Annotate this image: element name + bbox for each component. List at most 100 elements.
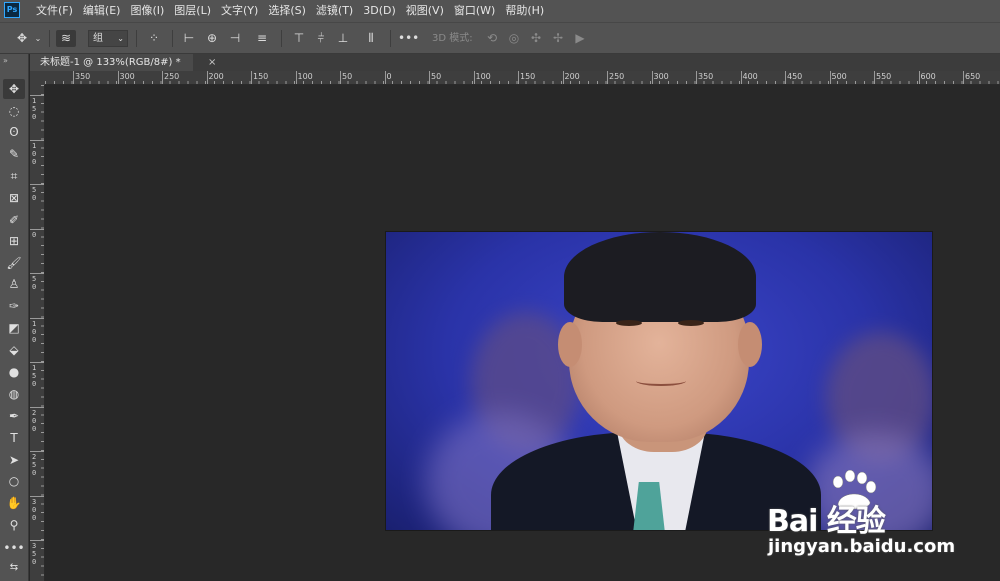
ruler-label: 150 [520, 72, 536, 81]
ruler-label: 550 [876, 72, 892, 81]
ruler-tick [30, 495, 44, 497]
menu-item[interactable]: 窗口(W) [454, 0, 495, 22]
ruler-tick [162, 71, 163, 84]
menu-item[interactable]: 3D(D) [363, 0, 396, 22]
swap-colors-icon[interactable]: ⇆ [3, 558, 25, 578]
eyedropper-tool-icon[interactable]: ✐ [3, 210, 25, 230]
distribute-v-icon[interactable]: ⦀ [362, 30, 380, 47]
auto-select-icon[interactable]: ≋ [56, 30, 76, 47]
dodge-tool-icon[interactable]: ◍ [3, 384, 25, 404]
ruler-tick [30, 273, 44, 274]
paint-bucket-tool-icon[interactable]: ⬙ [3, 340, 25, 360]
person-hair [564, 232, 756, 322]
healing-brush-tool-icon[interactable]: ⊞ [3, 231, 25, 251]
eraser-tool-icon[interactable]: ◩ [3, 318, 25, 338]
move-tool-icon[interactable]: ✥ [3, 79, 25, 99]
ruler-tick [829, 71, 831, 84]
divider [136, 30, 137, 47]
history-brush-tool-icon[interactable]: ✑ [3, 296, 25, 316]
menu-item[interactable]: 视图(V) [406, 0, 444, 22]
menu-item[interactable]: 选择(S) [268, 0, 306, 22]
ruler-tick [295, 71, 297, 84]
align-bottom-icon[interactable]: ⊥ [334, 30, 352, 47]
options-bar: ✥ ⌄ ≋ 组 ⌄ ⁘ ⊢ ⊕ ⊣ ≡ ⊤ ⫩ ⊥ ⦀ ••• 3D 模式: ⟲… [0, 22, 1000, 54]
3d-scale-icon[interactable]: ▶ [572, 30, 588, 47]
ruler-tick [30, 228, 44, 230]
ruler-label: 300 [32, 497, 37, 522]
ellipse-tool-icon[interactable]: ○ [3, 471, 25, 491]
ruler-label: 450 [787, 72, 803, 81]
ruler-tick [384, 71, 386, 84]
path-selection-tool-icon[interactable]: ➤ [3, 450, 25, 470]
document-tab[interactable]: 未标题-1 @ 133%(RGB/8#) * [30, 54, 193, 71]
divider [49, 30, 50, 47]
menu-item[interactable]: 文件(F) [36, 0, 73, 22]
move-tool-icon[interactable]: ✥ [14, 30, 30, 47]
align-right-icon[interactable]: ⊣ [226, 30, 244, 47]
ruler-tick [518, 71, 519, 84]
ruler-label: 250 [32, 453, 37, 477]
frame-tool-icon[interactable]: ⊠ [3, 188, 25, 208]
pen-tool-icon[interactable]: ✒ [3, 406, 25, 426]
menu-item[interactable]: 帮助(H) [505, 0, 544, 22]
crop-tool-icon[interactable]: ⌗ [3, 166, 25, 186]
ruler-tick [30, 317, 44, 319]
3d-orbit-icon[interactable]: ⟲ [484, 30, 500, 47]
person-ear [558, 322, 582, 367]
align-left-icon[interactable]: ⊢ [180, 30, 198, 47]
divider [172, 30, 173, 47]
ruler-label: 300 [653, 72, 669, 81]
horizontal-ruler[interactable]: 350 300 250 200 150 100 50 0 50 100 150 200 250 300 35… [45, 71, 1000, 85]
ruler-tick [340, 71, 341, 84]
person-eye [616, 320, 642, 326]
close-icon[interactable]: × [208, 54, 216, 71]
ruler-label: 200 [564, 72, 580, 81]
menu-item[interactable]: 文字(Y) [221, 0, 258, 22]
baidu-watermark-url: jingyan.baidu.com [768, 536, 956, 557]
marquee-tool-icon[interactable]: ◌ [3, 101, 25, 121]
zoom-tool-icon[interactable]: ⚲ [3, 515, 25, 535]
3d-roll-icon[interactable]: ◎ [506, 30, 522, 47]
lasso-tool-icon[interactable]: ʘ [3, 122, 25, 142]
3d-slide-icon[interactable]: ✢ [550, 30, 566, 47]
collapse-panel-icon[interactable]: » [3, 56, 8, 65]
align-top-icon[interactable]: ⊤ [290, 30, 308, 47]
3d-pan-icon[interactable]: ✣ [528, 30, 544, 47]
ruler-label: 350 [75, 72, 91, 81]
ruler-label: 50 [431, 72, 442, 81]
menu-item[interactable]: 编辑(E) [83, 0, 121, 22]
ruler-label: 200 [32, 408, 37, 433]
hand-tool-icon[interactable]: ✋ [3, 493, 25, 513]
3d-mode-label: 3D 模式: [432, 33, 473, 44]
transform-controls-icon[interactable]: ⁘ [145, 30, 163, 47]
distribute-h-icon[interactable]: ≡ [253, 30, 271, 47]
vertical-ruler[interactable]: 150 100 50 0 50 100 150 200 250 300 350 [30, 85, 45, 581]
menu-item[interactable]: 滤镜(T) [316, 0, 353, 22]
auto-select-dropdown[interactable]: 组 ⌄ [88, 30, 128, 47]
brush-tool-icon[interactable]: 🖌 [3, 253, 25, 273]
clone-stamp-tool-icon[interactable]: ♙ [3, 274, 25, 294]
chevron-down-icon: ⌄ [117, 34, 124, 43]
ruler-tick [429, 71, 430, 84]
ruler-label: 100 [32, 319, 37, 344]
menu-item[interactable]: 图像(I) [130, 0, 164, 22]
edit-toolbar-icon[interactable]: ••• [3, 538, 25, 558]
menu-item[interactable]: 图层(L) [174, 0, 211, 22]
ruler-tick [206, 71, 208, 84]
person-mouth [636, 376, 686, 386]
align-center-h-icon[interactable]: ⊕ [203, 30, 221, 47]
blur-tool-icon[interactable]: ● [3, 362, 25, 382]
main-menu: 文件(F) 编辑(E) 图像(I) 图层(L) 文字(Y) 选择(S) 滤镜(T) 3D(D)… [36, 0, 554, 22]
more-options-icon[interactable]: ••• [398, 30, 419, 47]
tool-preset-chevron-icon[interactable]: ⌄ [33, 30, 43, 47]
ruler-tick [30, 184, 44, 185]
align-middle-v-icon[interactable]: ⫩ [312, 30, 330, 47]
type-tool-icon[interactable]: T [3, 428, 25, 448]
ruler-label: 250 [164, 72, 180, 81]
ruler-tick [30, 540, 44, 541]
ruler-origin[interactable] [30, 71, 45, 85]
quick-selection-tool-icon[interactable]: ✎ [3, 144, 25, 164]
ruler-tick [740, 71, 742, 84]
ruler-label: 100 [475, 72, 491, 81]
auto-select-value: 组 [93, 33, 103, 44]
